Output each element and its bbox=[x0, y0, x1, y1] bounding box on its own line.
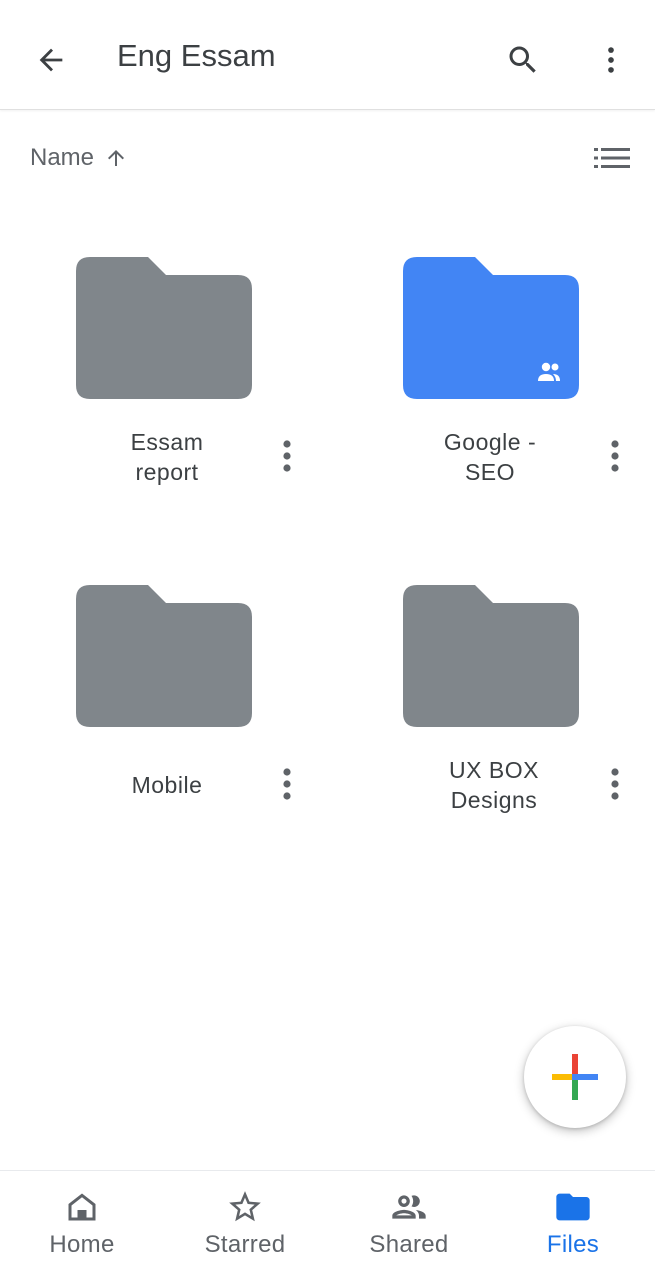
folder-more-button[interactable] bbox=[267, 760, 307, 808]
nav-home-label: Home bbox=[49, 1231, 115, 1258]
folder-name-line: report bbox=[135, 459, 199, 485]
folder-name-line: SEO bbox=[464, 459, 516, 485]
folder-name-line: Essam bbox=[130, 429, 204, 455]
nav-starred-label: Starred bbox=[204, 1231, 286, 1258]
folder-name-line: Mobile bbox=[131, 772, 203, 798]
folder-name-line: Designs bbox=[450, 787, 538, 813]
drive-app: Eng Essam Name Essam report Google - SEO… bbox=[0, 0, 655, 1280]
more-vert-icon bbox=[283, 440, 291, 472]
top-app-bar: Eng Essam bbox=[0, 0, 655, 110]
arrow-back-icon bbox=[39, 48, 63, 72]
page-title: Eng Essam bbox=[117, 38, 276, 73]
more-vert-icon bbox=[283, 768, 291, 800]
sort-by-name-button[interactable]: Name bbox=[30, 140, 128, 176]
folder-name: Google - SEO bbox=[420, 427, 560, 487]
folder-item[interactable]: UX BOX Designs bbox=[403, 585, 655, 855]
folder-name: UX BOX Designs bbox=[424, 755, 564, 815]
nav-home[interactable]: Home bbox=[0, 1171, 164, 1280]
nav-starred[interactable]: Starred bbox=[163, 1171, 327, 1280]
list-view-icon bbox=[594, 148, 630, 168]
folder-icon[interactable] bbox=[76, 585, 252, 727]
new-item-fab[interactable] bbox=[524, 1026, 626, 1128]
shared-people-icon bbox=[389, 1187, 429, 1227]
folder-more-button[interactable] bbox=[267, 432, 307, 480]
arrow-up-icon bbox=[108, 150, 125, 166]
folder-more-button[interactable] bbox=[595, 760, 635, 808]
folder-more-button[interactable] bbox=[595, 432, 635, 480]
nav-files[interactable]: Files bbox=[491, 1171, 655, 1280]
more-options-button[interactable] bbox=[583, 32, 639, 88]
folder-name: Mobile bbox=[97, 770, 237, 800]
folder-item[interactable]: Essam report bbox=[76, 257, 376, 527]
folder-item[interactable]: Mobile bbox=[76, 585, 376, 855]
more-vert-icon bbox=[611, 768, 619, 800]
folder-icon[interactable] bbox=[76, 257, 252, 399]
back-button[interactable] bbox=[23, 32, 79, 88]
more-vert-icon bbox=[608, 47, 614, 73]
bottom-navigation: Home Starred Shared Files bbox=[0, 1170, 655, 1280]
folder-item[interactable]: Google - SEO bbox=[403, 257, 655, 527]
sort-label: Name bbox=[30, 144, 95, 171]
folder-icon[interactable] bbox=[403, 585, 579, 727]
folder-name-line: UX BOX bbox=[449, 757, 539, 783]
shared-folder-icon[interactable] bbox=[403, 257, 579, 399]
nav-files-label: Files bbox=[546, 1231, 600, 1258]
folder-name: Essam report bbox=[97, 427, 237, 487]
more-vert-icon bbox=[611, 440, 619, 472]
nav-shared-label: Shared bbox=[369, 1231, 449, 1258]
google-plus-icon bbox=[552, 1054, 598, 1100]
star-icon bbox=[225, 1187, 265, 1227]
search-icon bbox=[509, 46, 536, 73]
home-icon bbox=[62, 1187, 102, 1227]
folder-icon bbox=[553, 1187, 593, 1227]
list-view-toggle[interactable] bbox=[588, 136, 636, 180]
search-button[interactable] bbox=[495, 32, 551, 88]
folder-name-line: Google - bbox=[443, 429, 537, 455]
nav-shared[interactable]: Shared bbox=[327, 1171, 491, 1280]
